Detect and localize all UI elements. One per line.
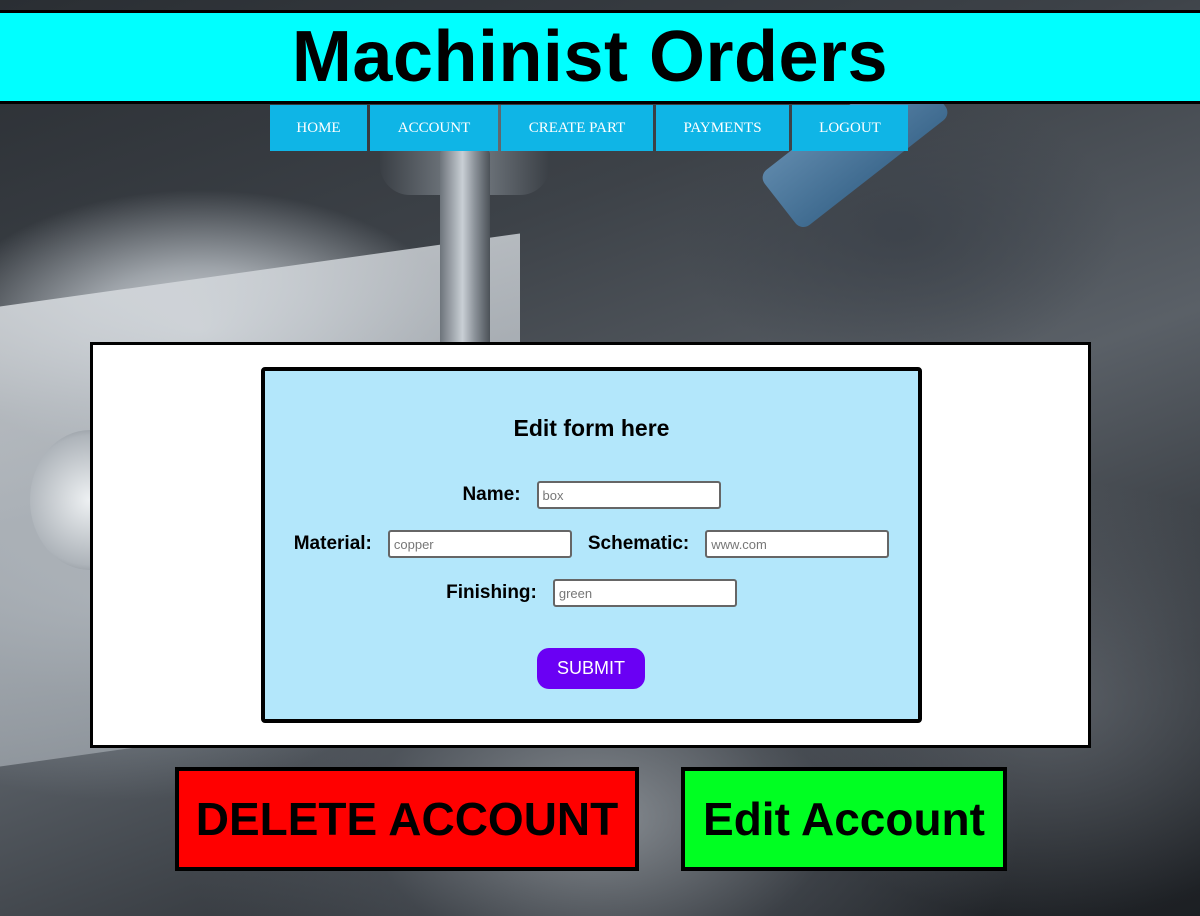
schematic-input[interactable] (705, 530, 890, 558)
edit-account-button[interactable]: Edit Account (681, 767, 1007, 871)
name-input[interactable] (536, 481, 721, 509)
material-label: Material: (293, 533, 372, 554)
main-nav: HOME ACCOUNT CREATE PART PAYMENTS LOGOUT (270, 105, 911, 151)
nav-item-logout[interactable]: LOGOUT (792, 105, 908, 151)
finishing-label: Finishing: (446, 582, 537, 603)
submit-button[interactable]: SUBMIT (537, 648, 645, 689)
nav-item-account[interactable]: ACCOUNT (370, 105, 498, 151)
material-input[interactable] (387, 530, 572, 558)
name-row: Name: (265, 481, 918, 509)
form-title: Edit form here (513, 415, 670, 441)
nav-item-home[interactable]: HOME (270, 105, 367, 151)
finishing-input[interactable] (552, 579, 737, 607)
finishing-row: Finishing: (265, 579, 918, 607)
nav-item-payments[interactable]: PAYMENTS (656, 105, 789, 151)
background-spindle (440, 150, 490, 350)
nav-item-create-part[interactable]: CREATE PART (501, 105, 653, 151)
name-label: Name: (462, 484, 521, 505)
site-header: Machinist Orders (0, 10, 1200, 104)
content-panel: Edit form here Name: Material: Schematic… (90, 342, 1091, 748)
page-title: Machinist Orders (291, 17, 889, 97)
delete-account-button[interactable]: DELETE ACCOUNT (175, 767, 639, 871)
edit-form: Edit form here Name: Material: Schematic… (261, 367, 922, 723)
schematic-label: Schematic: (587, 533, 690, 554)
material-schematic-row: Material: Schematic: (265, 530, 918, 558)
